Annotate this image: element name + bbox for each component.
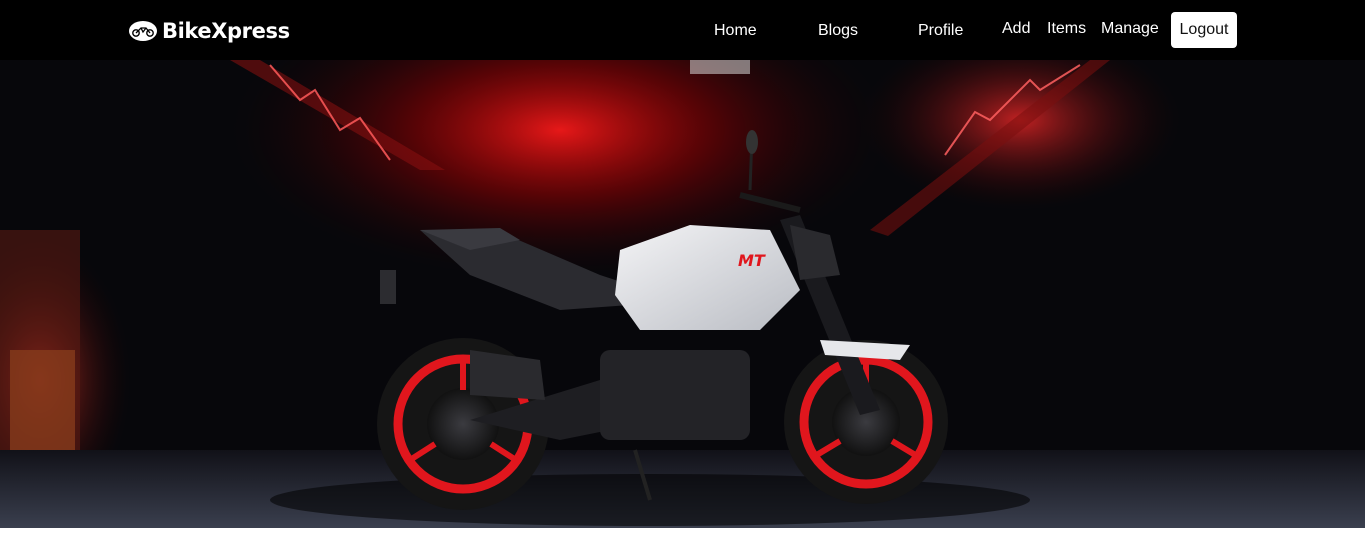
nav-link-add[interactable]: Add	[1002, 20, 1030, 38]
nav-link-manage[interactable]: Manage	[1101, 20, 1159, 38]
nav-link-items[interactable]: Items	[1047, 20, 1086, 38]
hero-motorcycle-image: MT	[0, 60, 1365, 528]
brand-logo[interactable]: BikeXpress	[128, 14, 290, 48]
motorbike-logo-icon	[129, 21, 157, 41]
tank-badge: MT	[738, 251, 766, 270]
top-navbar: BikeXpress Home Blogs Profile Add Items …	[0, 0, 1365, 60]
hero-banner: MT	[0, 60, 1365, 528]
nav-link-profile[interactable]: Profile	[918, 22, 963, 40]
brand-name: BikeXpress	[162, 19, 290, 43]
logout-button[interactable]: Logout	[1171, 12, 1237, 48]
nav-link-blogs[interactable]: Blogs	[818, 22, 858, 40]
nav-link-home[interactable]: Home	[714, 22, 757, 40]
